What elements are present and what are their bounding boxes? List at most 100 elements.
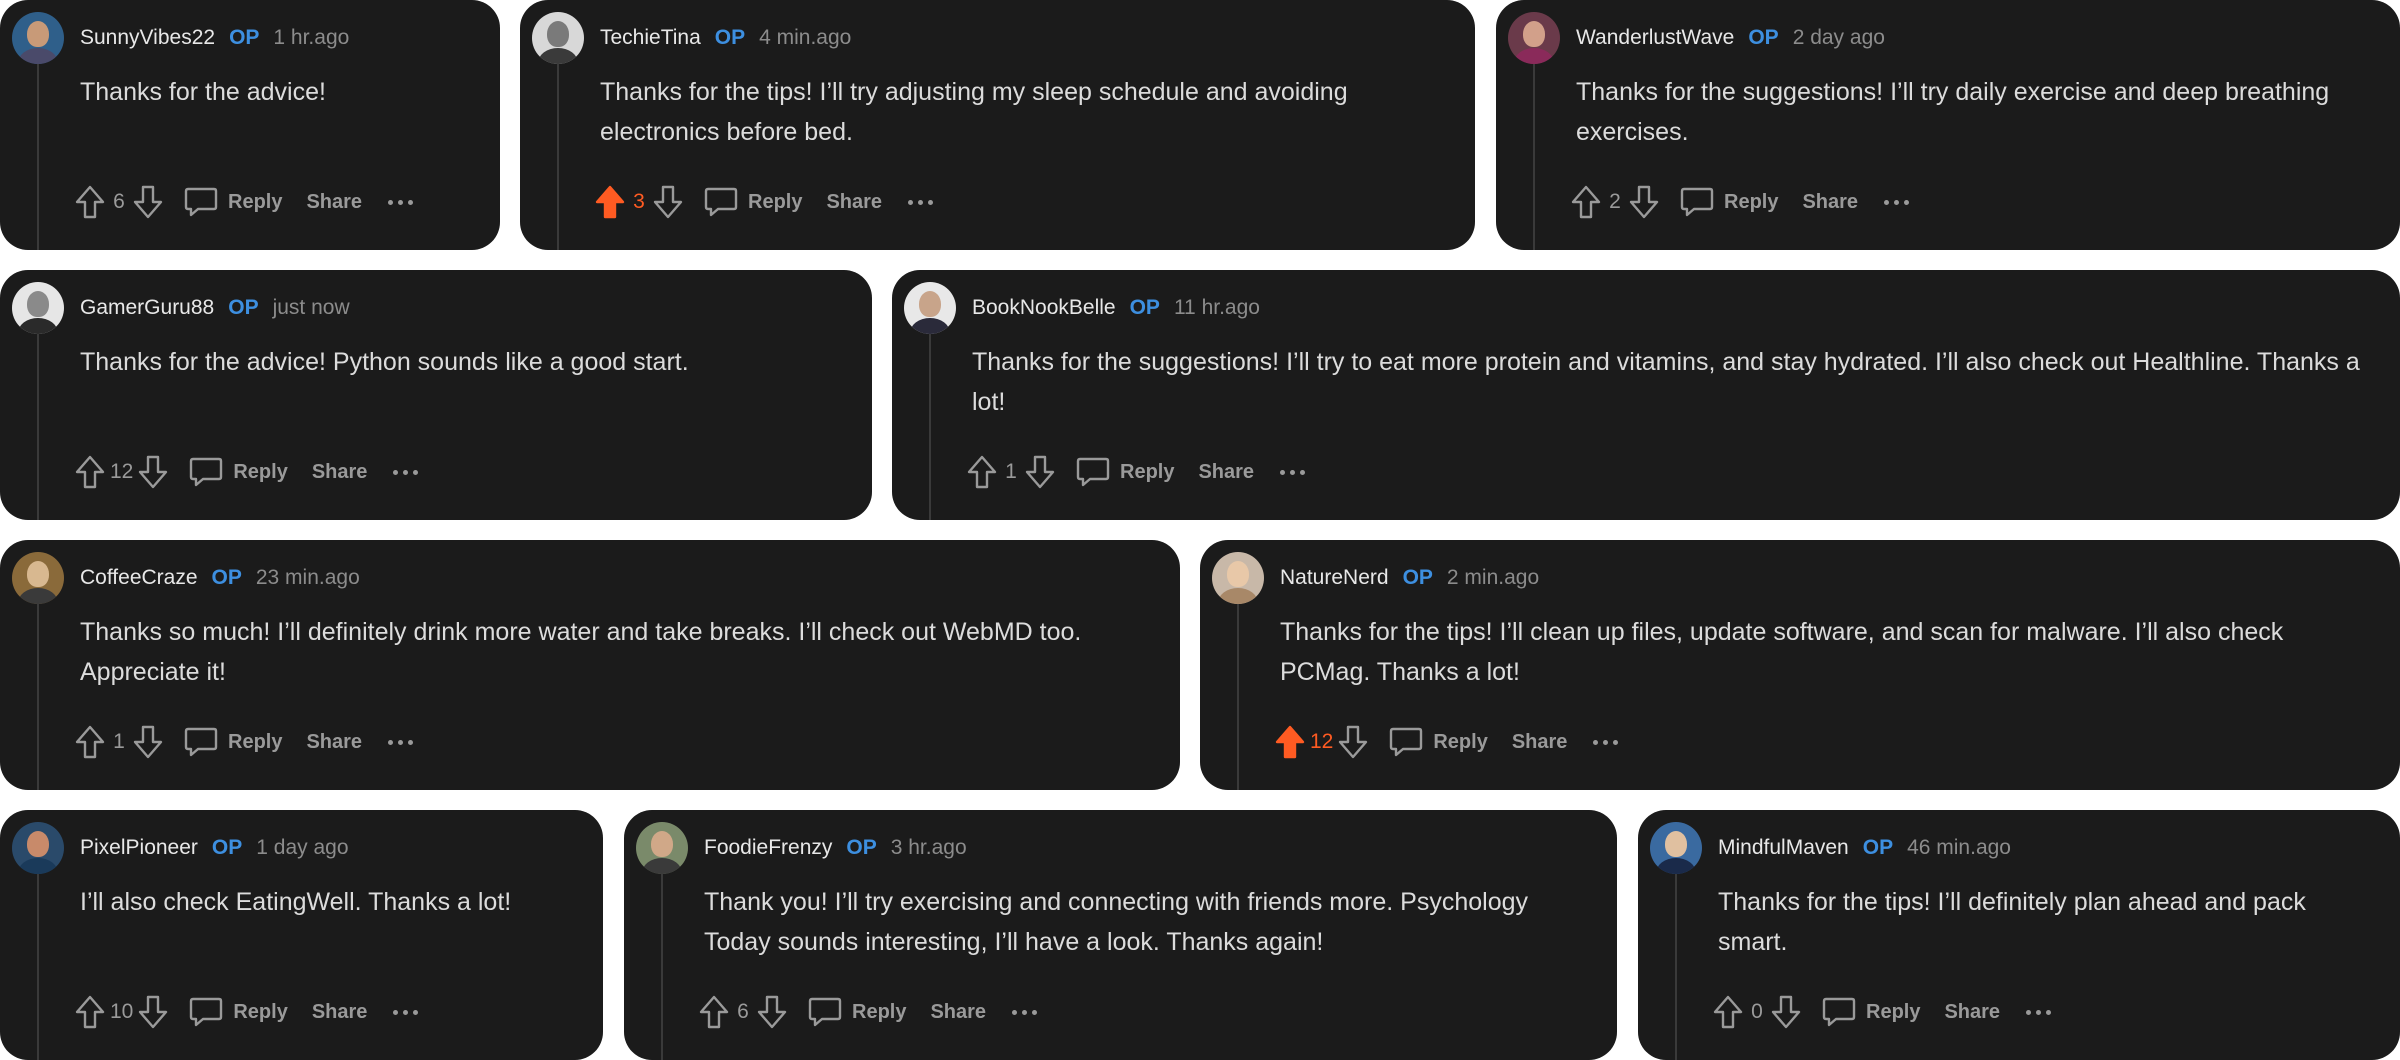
downvote-button[interactable] bbox=[650, 182, 686, 222]
timestamp[interactable]: 1 day ago bbox=[256, 836, 348, 860]
avatar[interactable] bbox=[904, 282, 956, 334]
upvote-arrow-icon bbox=[75, 455, 105, 489]
downvote-arrow-icon bbox=[1629, 185, 1659, 219]
upvote-arrow-icon bbox=[1713, 995, 1743, 1029]
timestamp[interactable]: just now bbox=[273, 296, 350, 320]
timestamp[interactable]: 1 hr.ago bbox=[273, 26, 349, 50]
upvote-button[interactable] bbox=[1710, 992, 1746, 1032]
comment-header: MindfulMaven OP 46 min.ago bbox=[1650, 820, 2011, 876]
upvote-button[interactable] bbox=[72, 452, 108, 492]
comment-actions: 1 Reply Share bbox=[72, 720, 414, 764]
comment-actions: 2 Reply Share bbox=[1568, 180, 1910, 224]
more-options-icon[interactable] bbox=[1884, 199, 1910, 205]
username[interactable]: BookNookBelle bbox=[972, 296, 1116, 320]
more-options-icon[interactable] bbox=[1280, 469, 1306, 475]
upvote-button[interactable] bbox=[592, 182, 628, 222]
thread-line bbox=[1675, 872, 1677, 1060]
reply-button[interactable]: Reply bbox=[184, 186, 282, 218]
more-options-icon[interactable] bbox=[1012, 1009, 1038, 1015]
upvote-button[interactable] bbox=[696, 992, 732, 1032]
timestamp[interactable]: 2 day ago bbox=[1793, 26, 1885, 50]
avatar[interactable] bbox=[12, 282, 64, 334]
username[interactable]: FoodieFrenzy bbox=[704, 836, 832, 860]
username[interactable]: SunnyVibes22 bbox=[80, 26, 215, 50]
timestamp[interactable]: 11 hr.ago bbox=[1174, 296, 1260, 320]
username[interactable]: NatureNerd bbox=[1280, 566, 1389, 590]
timestamp[interactable]: 23 min.ago bbox=[256, 566, 360, 590]
avatar[interactable] bbox=[12, 552, 64, 604]
username[interactable]: TechieTina bbox=[600, 26, 701, 50]
reply-label: Reply bbox=[1866, 1000, 1921, 1023]
thread-line bbox=[37, 872, 39, 1060]
more-options-icon[interactable] bbox=[908, 199, 934, 205]
downvote-button[interactable] bbox=[1626, 182, 1662, 222]
avatar[interactable] bbox=[1508, 12, 1560, 64]
reply-button[interactable]: Reply bbox=[1680, 186, 1778, 218]
share-button[interactable]: Share bbox=[826, 191, 882, 214]
comment-card: NatureNerd OP 2 min.ago Thanks for the t… bbox=[1200, 540, 2400, 790]
share-button[interactable]: Share bbox=[930, 1001, 986, 1024]
comment-header: NatureNerd OP 2 min.ago bbox=[1212, 550, 1539, 606]
username[interactable]: PixelPioneer bbox=[80, 836, 198, 860]
comment-header: FoodieFrenzy OP 3 hr.ago bbox=[636, 820, 967, 876]
share-button[interactable]: Share bbox=[306, 731, 362, 754]
downvote-button[interactable] bbox=[754, 992, 790, 1032]
avatar[interactable] bbox=[532, 12, 584, 64]
downvote-button[interactable] bbox=[130, 722, 166, 762]
downvote-button[interactable] bbox=[1335, 722, 1371, 762]
vote-count: 12 bbox=[1310, 730, 1334, 753]
share-button[interactable]: Share bbox=[1512, 731, 1568, 754]
upvote-button[interactable] bbox=[1272, 722, 1308, 762]
reply-button[interactable]: Reply bbox=[189, 456, 288, 488]
share-button[interactable]: Share bbox=[312, 461, 368, 484]
more-options-icon[interactable] bbox=[388, 739, 414, 745]
comment-bubble-icon bbox=[190, 997, 223, 1027]
username[interactable]: GamerGuru88 bbox=[80, 296, 214, 320]
upvote-button[interactable] bbox=[72, 182, 108, 222]
username[interactable]: WanderlustWave bbox=[1576, 26, 1734, 50]
reply-button[interactable]: Reply bbox=[1076, 456, 1174, 488]
share-button[interactable]: Share bbox=[1944, 1001, 2000, 1024]
downvote-button[interactable] bbox=[1022, 452, 1058, 492]
op-badge: OP bbox=[1862, 836, 1894, 859]
share-button[interactable]: Share bbox=[306, 191, 362, 214]
avatar[interactable] bbox=[12, 822, 64, 874]
upvote-button[interactable] bbox=[72, 992, 108, 1032]
downvote-button[interactable] bbox=[135, 992, 171, 1032]
more-options-icon[interactable] bbox=[393, 1009, 419, 1015]
timestamp[interactable]: 3 hr.ago bbox=[891, 836, 967, 860]
downvote-button[interactable] bbox=[135, 452, 171, 492]
upvote-button[interactable] bbox=[1568, 182, 1604, 222]
comment-header: WanderlustWave OP 2 day ago bbox=[1508, 10, 1885, 66]
more-options-icon[interactable] bbox=[2026, 1009, 2052, 1015]
reply-button[interactable]: Reply bbox=[189, 996, 288, 1028]
share-button[interactable]: Share bbox=[1802, 191, 1858, 214]
reply-button[interactable]: Reply bbox=[184, 726, 282, 758]
avatar[interactable] bbox=[636, 822, 688, 874]
more-options-icon[interactable] bbox=[393, 469, 419, 475]
comment-text: Thanks so much! I’ll definitely drink mo… bbox=[80, 618, 1082, 686]
share-button[interactable]: Share bbox=[312, 1001, 368, 1024]
more-options-icon[interactable] bbox=[1593, 739, 1619, 745]
downvote-arrow-icon bbox=[133, 185, 163, 219]
more-options-icon[interactable] bbox=[388, 199, 414, 205]
reply-button[interactable]: Reply bbox=[1822, 996, 1920, 1028]
avatar[interactable] bbox=[1212, 552, 1264, 604]
downvote-button[interactable] bbox=[1768, 992, 1804, 1032]
share-button[interactable]: Share bbox=[1198, 461, 1254, 484]
timestamp[interactable]: 46 min.ago bbox=[1907, 836, 2011, 860]
reply-button[interactable]: Reply bbox=[1389, 726, 1488, 758]
username[interactable]: CoffeeCraze bbox=[80, 566, 198, 590]
username[interactable]: MindfulMaven bbox=[1718, 836, 1849, 860]
avatar[interactable] bbox=[12, 12, 64, 64]
timestamp[interactable]: 4 min.ago bbox=[759, 26, 851, 50]
reply-button[interactable]: Reply bbox=[704, 186, 802, 218]
upvote-button[interactable] bbox=[72, 722, 108, 762]
downvote-button[interactable] bbox=[130, 182, 166, 222]
avatar[interactable] bbox=[1650, 822, 1702, 874]
op-badge: OP bbox=[229, 26, 260, 49]
upvote-button[interactable] bbox=[964, 452, 1000, 492]
timestamp[interactable]: 2 min.ago bbox=[1447, 566, 1539, 590]
reply-button[interactable]: Reply bbox=[808, 996, 906, 1028]
op-badge: OP bbox=[714, 26, 746, 49]
